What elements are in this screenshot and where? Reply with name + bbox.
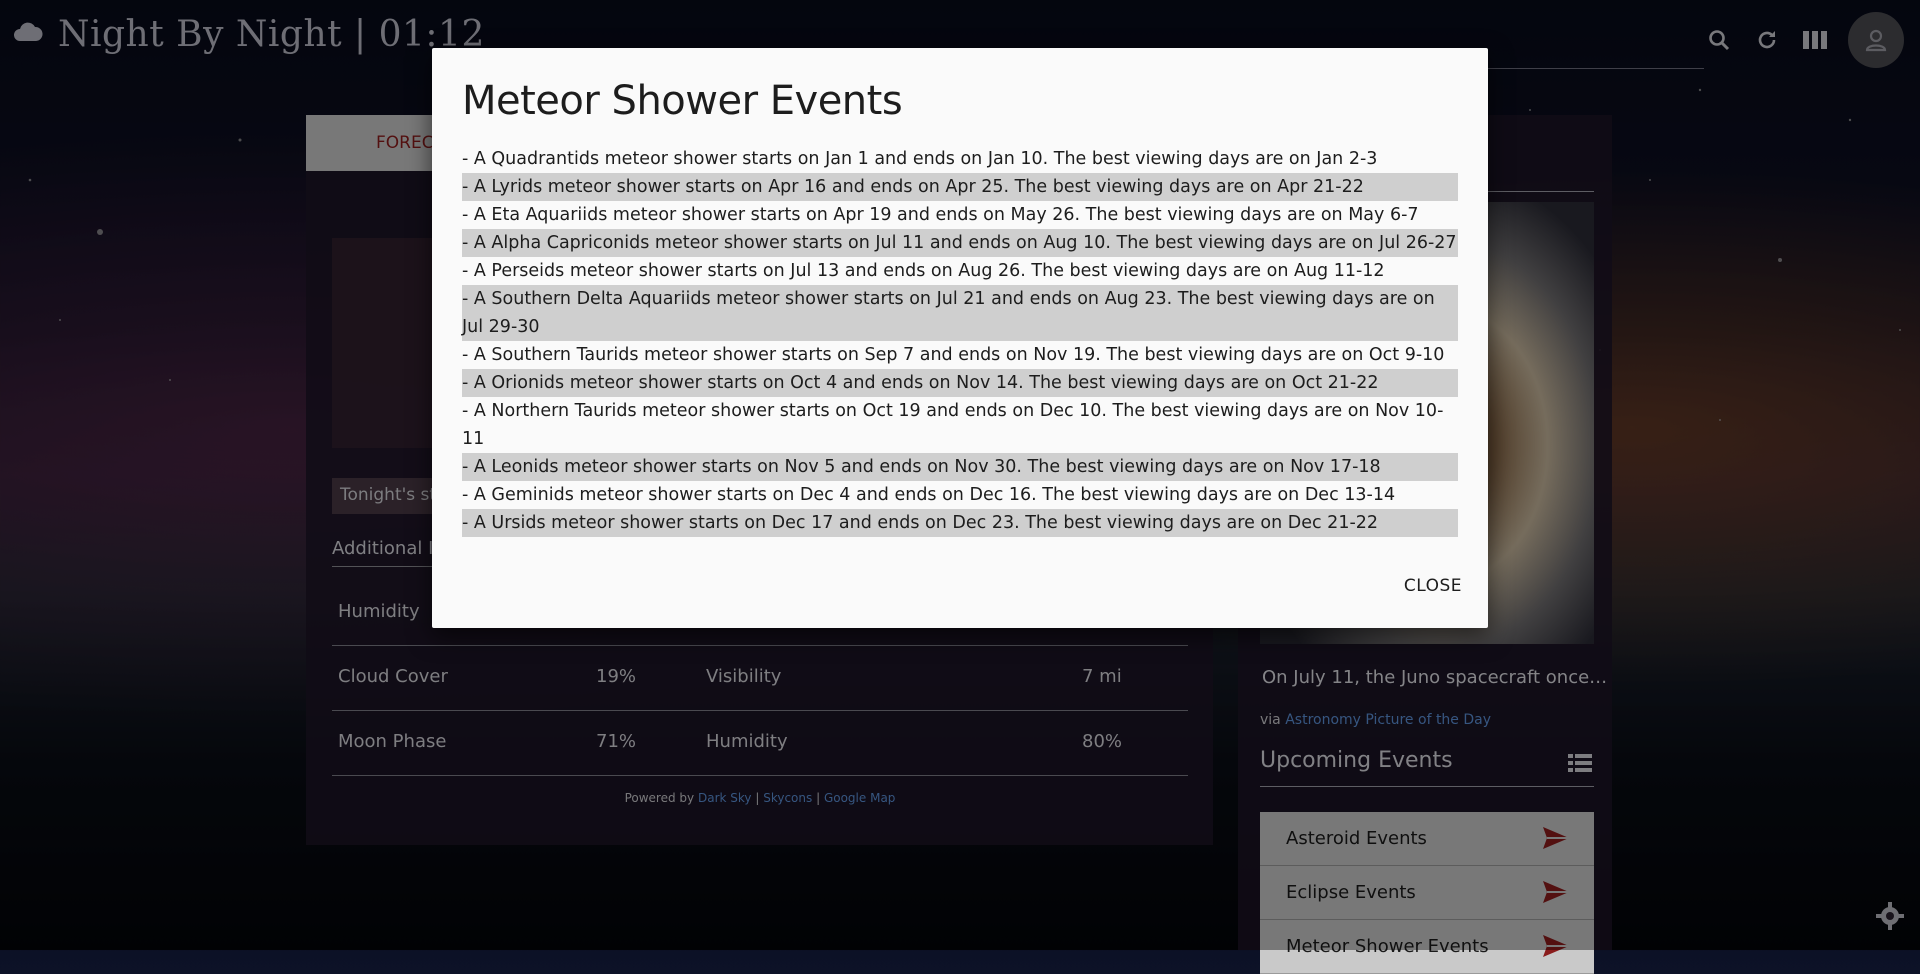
meteor-event-list: - A Quadrantids meteor shower starts on … (462, 145, 1458, 537)
list-item: - A Orionids meteor shower starts on Oct… (462, 369, 1458, 397)
list-item: - A Eta Aquariids meteor shower starts o… (462, 205, 1419, 225)
list-item: - A Southern Delta Aquariids meteor show… (462, 285, 1458, 341)
meteor-shower-dialog: Meteor Shower Events - A Quadrantids met… (432, 48, 1488, 628)
list-item: - A Ursids meteor shower starts on Dec 1… (462, 509, 1458, 537)
list-item: - A Alpha Capriconids meteor shower star… (462, 229, 1458, 257)
dialog-title: Meteor Shower Events (462, 78, 903, 124)
list-item: - A Quadrantids meteor shower starts on … (462, 149, 1378, 169)
close-button[interactable]: CLOSE (1404, 576, 1462, 596)
list-item: - A Perseids meteor shower starts on Jul… (462, 261, 1385, 281)
list-item: - A Geminids meteor shower starts on Dec… (462, 485, 1396, 505)
list-item: - A Leonids meteor shower starts on Nov … (462, 453, 1458, 481)
list-item: - A Northern Taurids meteor shower start… (462, 401, 1444, 449)
list-item: - A Southern Taurids meteor shower start… (462, 345, 1445, 365)
list-item: - A Lyrids meteor shower starts on Apr 1… (462, 173, 1458, 201)
